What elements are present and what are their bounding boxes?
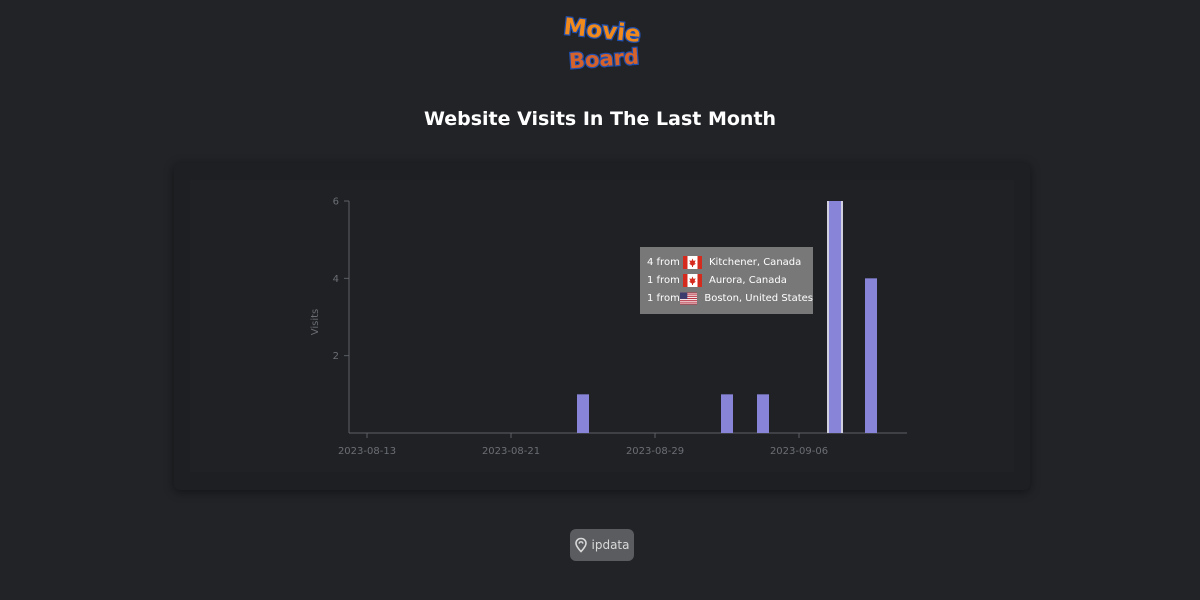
tooltip-count: 4 from (647, 256, 680, 268)
bar (721, 394, 733, 433)
x-tick-label: 2023-08-29 (626, 446, 684, 457)
tooltip-location: Aurora, Canada (709, 274, 787, 286)
location-pin-icon (574, 537, 587, 553)
usa-flag-icon (679, 292, 698, 304)
canada-flag-icon (683, 273, 702, 287)
tooltip-location: Boston, United States (704, 292, 813, 304)
x-tick-label: 2023-09-06 (770, 446, 828, 457)
chart-tooltip: 4 from Kitchener, Canada 1 from Aurora, … (640, 247, 813, 314)
bar (829, 201, 841, 433)
ipdata-badge[interactable]: ipdata (570, 529, 634, 561)
y-axis-label: Visits (310, 309, 321, 336)
bar (577, 394, 589, 433)
tooltip-row: 4 from Kitchener, Canada (647, 253, 813, 271)
y-tick-label: 2 (333, 351, 339, 362)
bar (757, 394, 769, 433)
tooltip-row: 1 from Aurora, Canada (647, 271, 813, 289)
y-tick-label: 4 (333, 274, 339, 285)
visits-bar-chart: 2 4 6 Visits 2023-08-13 2023-08-21 2023-08-29 2… (310, 197, 907, 457)
bar (865, 278, 877, 433)
canada-flag-icon (683, 255, 702, 269)
y-tick-label: 6 (333, 197, 339, 208)
ipdata-label: ipdata (591, 538, 630, 552)
x-tick-label: 2023-08-21 (482, 446, 540, 457)
x-tick-label: 2023-08-13 (338, 446, 396, 457)
tooltip-location: Kitchener, Canada (709, 256, 802, 268)
tooltip-count: 1 from (647, 274, 680, 286)
tooltip-count: 1 from (647, 292, 680, 304)
tooltip-row: 1 from Boston, United States (647, 289, 813, 307)
